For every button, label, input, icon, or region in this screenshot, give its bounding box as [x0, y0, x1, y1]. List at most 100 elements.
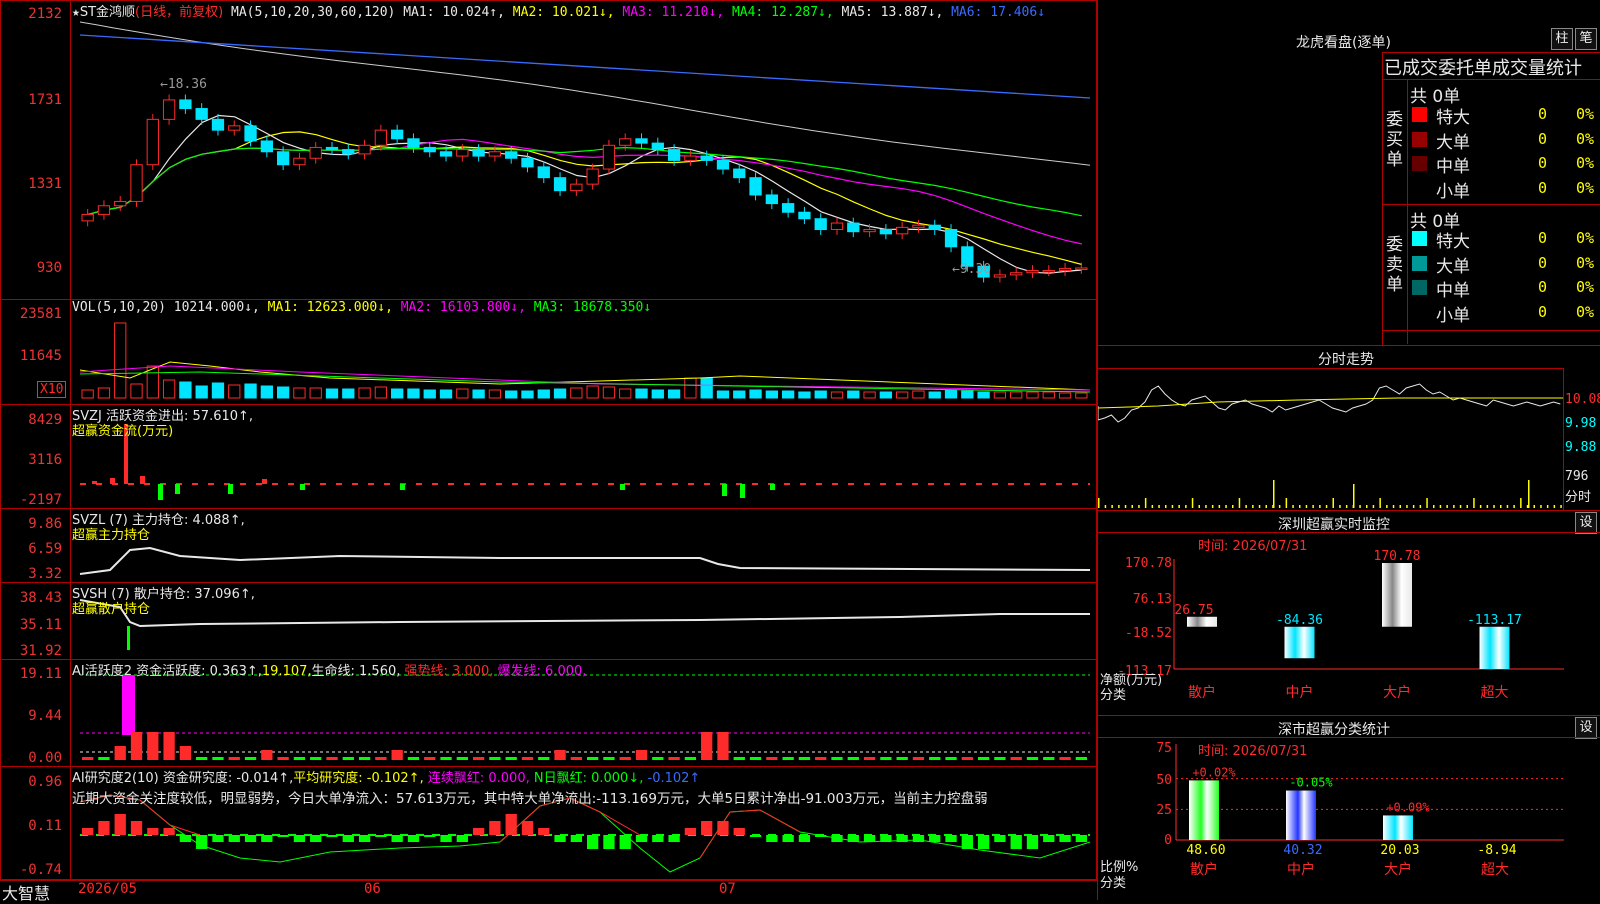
volume-bar	[537, 389, 550, 399]
research-bar	[228, 835, 240, 842]
ma4-value: MA4: 12.287↓,	[731, 5, 834, 20]
candle-body	[521, 157, 534, 168]
mon-y-label-2: -18.52	[1125, 626, 1172, 641]
dragon-tiger-title: 龙虎看盘(逐单)	[1296, 35, 1391, 51]
app-logo: 大智慧	[2, 884, 51, 903]
candle-body	[944, 229, 958, 248]
sz-category-chart[interactable]: 75 50 25 0 +0.02% 48.60 散户 -0.05% 40.32 中户 +0.09% 2…	[1098, 716, 1600, 901]
candle-body	[472, 149, 485, 157]
intraday-vol-bar	[1312, 505, 1314, 508]
svzl-line	[79, 546, 1091, 575]
ai-active-bar	[505, 757, 517, 760]
period-label[interactable]: (日线，前复权)	[135, 5, 223, 20]
candle-body	[733, 168, 746, 179]
intraday-vol-bar	[1138, 505, 1140, 508]
research-bar	[863, 835, 876, 842]
ai-active-bar	[684, 757, 697, 760]
candle-body	[912, 224, 925, 228]
dragon-tiger-panel[interactable]: 龙虎看盘(逐单) 柱 笔 已成交委托单成交量统计 委买单 共 0单 特大 0 0% 大…	[1098, 0, 1600, 346]
sz-category-panel[interactable]: 深市超赢分类统计 设 时间: 2026/07/31 75 50 25 0 +0.02% 4…	[1098, 715, 1600, 901]
intraday-vol-bar	[1433, 505, 1435, 508]
main-chart-canvas[interactable]	[0, 0, 1097, 900]
research-bar	[733, 828, 745, 835]
research-bar	[375, 835, 387, 837]
ai-active-bar	[375, 757, 387, 760]
cat-change-label-2: +0.09%	[1386, 800, 1430, 814]
sell-row-pct-1: 0%	[1576, 253, 1595, 272]
vol-y-label-1: 23581	[19, 306, 62, 322]
intraday-vol-bar	[1124, 505, 1127, 508]
volume-bar	[179, 381, 192, 399]
intraday-canvas[interactable]	[1098, 346, 1600, 511]
ai-active-bar	[570, 757, 582, 760]
cat-change-label-1: -0.05%	[1289, 776, 1333, 790]
candle-body	[830, 222, 844, 231]
price-y-label-1: 2132	[28, 6, 62, 22]
volume-bar	[1010, 391, 1023, 399]
research-bar	[619, 835, 631, 849]
volume-bar	[456, 388, 469, 399]
ai-active-bar	[244, 757, 257, 760]
candle-body	[1075, 267, 1088, 270]
candle-body	[114, 200, 127, 207]
candle-body	[586, 168, 599, 185]
research-bar	[977, 835, 990, 849]
research-bar	[782, 835, 794, 842]
intraday-vol-bar	[1379, 498, 1381, 508]
ai-active-bar	[163, 732, 175, 760]
research-bar	[114, 814, 126, 835]
intraday-vol-bar	[1546, 505, 1549, 508]
svzl-y-label-1: 9.86	[28, 516, 62, 532]
ai-research-y-label-3: -0.74	[19, 862, 62, 878]
ai-active-v2: 19.107,	[261, 664, 312, 679]
research-bar	[1043, 835, 1055, 842]
volume-bar	[814, 390, 827, 399]
candle-body	[325, 146, 339, 151]
cat-category-2: 大户	[1384, 861, 1412, 878]
intraday-vol-max: 796	[1565, 469, 1589, 484]
ai-active-bar	[1043, 757, 1055, 760]
ma3-value: MA3: 11.210↓,	[622, 5, 725, 20]
tick-view-button[interactable]: 笔	[1575, 28, 1597, 50]
ai-active-bar	[261, 750, 273, 760]
volume-bar	[342, 388, 355, 399]
mon-category-2: 大户	[1383, 684, 1411, 701]
volume-bar	[586, 385, 599, 399]
order-stats-header: 已成交委托单成交量统计	[1384, 58, 1582, 79]
research-bar	[554, 835, 566, 842]
sz-monitor-panel[interactable]: 深圳超赢实时监控 设 时间: 2026/07/31 26.75 散户 -84.36 中…	[1098, 510, 1600, 716]
intraday-vol-bar	[1332, 498, 1334, 508]
intraday-vol-bar	[1466, 505, 1468, 508]
intraday-y-2: 9.98	[1565, 416, 1597, 431]
svsh-spike	[127, 626, 130, 650]
cat-bar-2	[1383, 815, 1413, 840]
sz-monitor-chart[interactable]: 26.75 散户 -84.36 中户 170.78 大户 -113.17 超大 170.78 76…	[1098, 511, 1600, 716]
volume-bar	[863, 391, 876, 399]
volume-bar	[1042, 391, 1055, 399]
intraday-vol-bar	[1325, 505, 1328, 508]
bar-view-button[interactable]: 柱	[1551, 28, 1573, 50]
candle-body	[651, 142, 664, 151]
intraday-vol-bar	[1419, 505, 1422, 508]
main-chart-area[interactable]: ★ST金鸿顺(日线，前复权) MA(5,10,20,30,60,120) MA1…	[0, 0, 1097, 903]
intraday-vol-bar	[1345, 505, 1348, 508]
candle-body	[537, 166, 550, 179]
intraday-vol-bar	[1178, 505, 1180, 508]
svzj-bar	[140, 476, 145, 484]
stock-name[interactable]: ST金鸿顺	[80, 5, 135, 20]
svzj-bar	[770, 484, 775, 490]
research-bar	[147, 828, 159, 835]
candle-body	[505, 151, 518, 159]
volume-bar	[1075, 392, 1088, 399]
research-bar	[945, 835, 957, 842]
candle-body	[619, 138, 632, 146]
candle-body	[863, 229, 876, 233]
volume-bar	[928, 391, 941, 399]
volume-bar	[896, 391, 909, 399]
candle-body	[358, 144, 371, 155]
intraday-panel[interactable]: 分时走势 10.08 9.98 9.88 796 分时	[1098, 345, 1600, 511]
research-bar	[1026, 835, 1039, 849]
ai-active-header: AI活跃度2 资金活跃度: 0.363↑,19.107,生命线: 1.560, …	[72, 660, 586, 679]
buy-row-name-3: 小单	[1436, 181, 1470, 202]
research-bar	[912, 835, 925, 842]
